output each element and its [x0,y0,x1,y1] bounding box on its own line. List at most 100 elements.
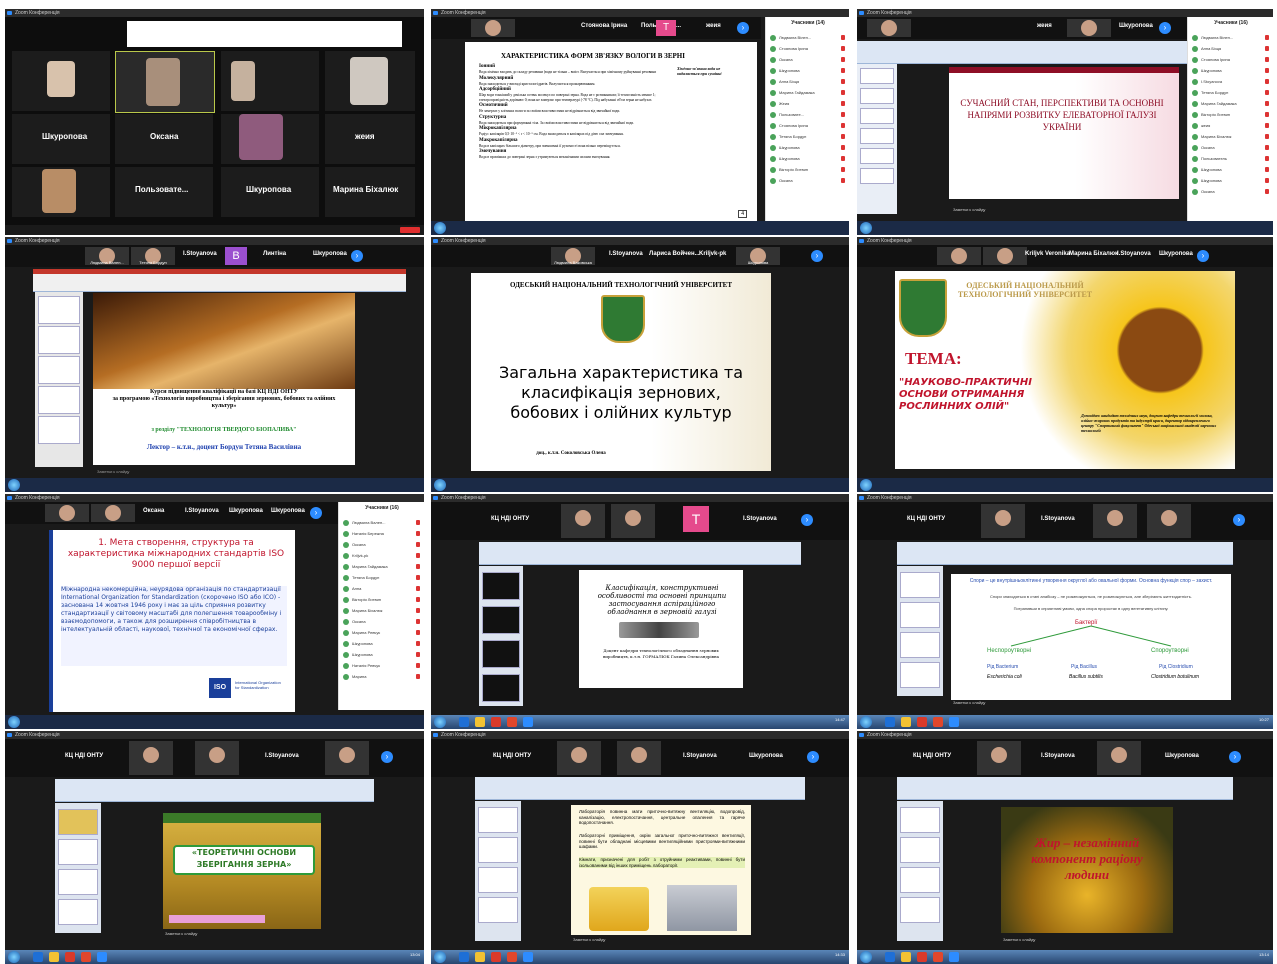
mic-muted-icon[interactable] [416,553,420,558]
video-thumb[interactable] [325,741,369,775]
start-button[interactable] [434,716,446,728]
video-thumb[interactable] [45,504,89,522]
participant-row[interactable]: Оксана [770,55,847,64]
next-page-icon[interactable]: › [811,250,823,262]
participant-row[interactable]: Людмила Вален... [343,518,422,527]
participant-row[interactable]: Шкуропова [343,639,422,648]
video-thumb[interactable] [1147,504,1191,538]
gallery-cell[interactable]: Шкуропова [12,114,110,164]
participant-row[interactable]: Марина Гайдамака [343,562,422,571]
start-button[interactable] [860,222,872,234]
participant-row[interactable]: Оксана [343,617,422,626]
mic-muted-icon[interactable] [841,156,845,161]
participant-row[interactable]: Стоянова Ірина [770,44,847,53]
mic-muted-icon[interactable] [416,586,420,591]
participant-row[interactable]: Жеия [770,99,847,108]
video-thumb[interactable]: Людмила Ваковська [551,247,595,265]
gallery-cell-active[interactable] [115,51,215,113]
video-thumb[interactable] [1093,504,1137,538]
mic-muted-icon[interactable] [416,520,420,525]
video-thumb[interactable] [983,247,1027,265]
mic-muted-icon[interactable] [841,123,845,128]
next-page-icon[interactable]: › [737,22,749,34]
gallery-cell[interactable]: Шкуропова [221,167,319,217]
video-thumb[interactable] [561,504,605,538]
mic-muted-icon[interactable] [841,145,845,150]
gallery-cell[interactable]: жеия [325,114,415,164]
ppt-ribbon[interactable] [897,777,1233,800]
mic-muted-icon[interactable] [841,134,845,139]
participant-row[interactable]: I.Stoyanova [1192,77,1271,86]
participant-row[interactable]: Стоянова Ірина [770,121,847,130]
slide-thumbnails[interactable] [35,292,83,467]
video-thumb[interactable] [937,247,981,265]
mic-muted-icon[interactable] [1265,112,1269,117]
participant-row[interactable]: Оксана [1192,143,1271,152]
participant-row[interactable]: Наталія Бережна [343,529,422,538]
next-page-icon[interactable]: › [381,751,393,763]
video-thumb[interactable]: Шкуропова [736,247,780,265]
next-page-icon[interactable]: › [1233,514,1245,526]
mic-muted-icon[interactable] [1265,134,1269,139]
participant-row[interactable]: Стоянова Ірина [1192,55,1271,64]
video-thumb[interactable] [195,741,239,775]
start-button[interactable] [434,479,446,491]
start-button[interactable] [860,951,872,963]
mic-muted-icon[interactable] [841,178,845,183]
participant-row[interactable]: Шкуропова [1192,176,1271,185]
video-thumb[interactable] [91,504,135,522]
mic-muted-icon[interactable] [416,608,420,613]
mic-muted-icon[interactable] [1265,68,1269,73]
participant-row[interactable]: Пользователь [1192,154,1271,163]
slide-thumbnails[interactable] [897,566,943,696]
participant-row[interactable]: Шкуропова [1192,66,1271,75]
participant-row[interactable]: Оксана [1192,187,1271,196]
participant-row[interactable]: Людмила Вілен... [770,33,847,42]
video-thumb[interactable]: Людмила Вален... [85,247,129,265]
next-page-icon[interactable]: › [807,751,819,763]
participant-row[interactable]: Шкуропова [1192,165,1271,174]
slide-thumbnails[interactable] [479,566,523,706]
mic-muted-icon[interactable] [1265,189,1269,194]
mic-muted-icon[interactable] [416,619,420,624]
participant-row[interactable]: Анна Бізця [1192,44,1271,53]
start-button[interactable] [434,951,446,963]
mic-muted-icon[interactable] [1265,167,1269,172]
participant-row[interactable]: Пользовате... [770,110,847,119]
participant-row[interactable]: Шкуропова [770,154,847,163]
mic-muted-icon[interactable] [841,46,845,51]
mic-muted-icon[interactable] [416,663,420,668]
mic-muted-icon[interactable] [416,531,420,536]
start-button[interactable] [434,222,446,234]
participant-row[interactable]: Оксана [343,540,422,549]
gallery-cell[interactable]: Пользовате... [115,167,213,217]
ppt-ribbon[interactable] [55,779,374,802]
participant-row[interactable]: Марина [343,672,422,681]
video-thumb[interactable] [977,741,1021,775]
participant-row[interactable]: Тетяна Бордун [343,573,422,582]
ppt-ribbon[interactable] [475,777,805,800]
video-thumb[interactable] [981,504,1025,538]
participant-row[interactable]: Марина Гайдамака [1192,99,1271,108]
participant-row[interactable]: Тетяна Бордун [1192,88,1271,97]
video-thumb[interactable] [557,741,601,775]
video-thumb[interactable]: Тетяна Бордун [131,247,175,265]
ppt-ribbon[interactable] [897,542,1233,565]
participant-row[interactable]: Шкуропова [770,66,847,75]
next-page-icon[interactable]: › [1159,22,1171,34]
participant-row[interactable]: Kriljvk-pk [343,551,422,560]
mic-muted-icon[interactable] [841,35,845,40]
mic-muted-icon[interactable] [1265,178,1269,183]
gallery-cell[interactable]: Оксана [115,114,213,164]
participant-row[interactable]: жеия [1192,121,1271,130]
participant-row[interactable]: Шкуропова [770,143,847,152]
mic-muted-icon[interactable] [1265,90,1269,95]
start-button[interactable] [8,479,20,491]
next-page-icon[interactable]: › [801,514,813,526]
participant-row[interactable]: Вікторія Литвин [770,165,847,174]
participant-row[interactable]: Вікторія Литвин [343,595,422,604]
start-button[interactable] [8,951,20,963]
mic-muted-icon[interactable] [416,542,420,547]
participant-row[interactable]: Оксана [770,176,847,185]
start-button[interactable] [860,716,872,728]
